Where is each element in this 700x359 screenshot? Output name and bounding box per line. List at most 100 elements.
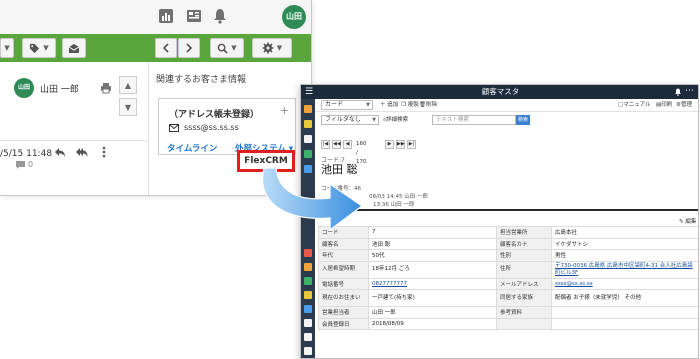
customer-card: （アドレス帳未登録） + ssss@ss.ss.ss タイムライン 外部システム…: [158, 98, 296, 155]
add-button[interactable]: ＋ 追加: [380, 100, 398, 110]
envelope-open-icon: [68, 43, 80, 53]
next-record-button[interactable]: ▶: [385, 140, 394, 149]
mail-toolbar: ▼ ▼ ▼ ▼: [0, 34, 311, 62]
open-envelope-button[interactable]: [62, 38, 86, 58]
list-icon[interactable]: [304, 319, 312, 327]
field-label: 参考資料: [496, 306, 552, 319]
customer-detail-table: コード 7 担当営業所 広島本社 顧客名 池田 聡顧客名カナ イケダサトシ 年代 50代 性別 男性…: [318, 226, 698, 330]
scroll-up-button[interactable]: ▲: [119, 76, 137, 94]
detail-search-button[interactable]: ⌕詳細検索: [383, 115, 408, 125]
field-value: 2018/08/09: [368, 317, 497, 330]
chevron-up-icon: ▲: [124, 80, 132, 90]
record-meta-created: 08/03 14:45 山田 一郎: [369, 194, 428, 200]
card-email: ssss@ss.ss.ss: [169, 123, 239, 132]
field-label: 担当営業所: [496, 226, 552, 239]
field-value: 池田 聡: [368, 237, 497, 250]
search-button[interactable]: ▼: [210, 38, 244, 58]
field-label: メールアドレス: [496, 277, 552, 290]
user-avatar[interactable]: 山田: [282, 5, 306, 29]
settings-button[interactable]: ▼: [252, 38, 292, 58]
toolbar-dropdown-button[interactable]: ▼: [0, 38, 14, 58]
delete-label: 削除: [425, 102, 437, 108]
settings-icon[interactable]: [304, 333, 312, 341]
field-value[interactable]: 0827777777: [368, 277, 497, 290]
manual-label: マニュアル: [623, 102, 651, 108]
bar-chart-icon[interactable]: [158, 8, 174, 24]
next-page-button[interactable]: ▶▶: [396, 140, 405, 149]
scroll-down-button[interactable]: ▼: [119, 98, 137, 116]
field-value[interactable]: 〒730-0036 広島県 広島市中区袋町4-31 合人社広島袋町ビル3F: [551, 260, 698, 279]
detail-search-label: 詳細検索: [386, 117, 409, 123]
grid-icon[interactable]: [304, 249, 312, 257]
calendar-icon[interactable]: [304, 263, 312, 271]
field-label: 会員登録日: [318, 317, 369, 330]
field-value: 山田 一郎: [368, 306, 497, 319]
manual-button[interactable]: ▢マニュアル: [618, 100, 651, 110]
reply-all-icon[interactable]: [76, 146, 88, 158]
chat-icon[interactable]: [304, 291, 312, 299]
table-row: 顧客名 池田 聡顧客名カナ イケダサトシ: [318, 237, 698, 250]
more-menu-icon[interactable]: ⋯: [685, 85, 694, 97]
pane-scroll-buttons: ▲ ▼: [119, 76, 137, 120]
chevron-down-icon: ▼: [124, 102, 132, 112]
hamburger-menu-icon[interactable]: ☰: [305, 87, 313, 97]
more-vertical-icon[interactable]: [98, 146, 110, 158]
first-record-button[interactable]: |◀: [321, 140, 330, 149]
field-value: 男性: [551, 249, 698, 262]
filter-select[interactable]: フィルタなし ▼: [321, 115, 379, 125]
field-label: 入居希望時期: [318, 260, 369, 279]
chart-icon[interactable]: [304, 150, 312, 158]
bell-icon[interactable]: [212, 8, 228, 24]
manage-label: 管理: [680, 102, 692, 108]
mail-actions: [54, 146, 110, 158]
copy-button[interactable]: ❐ 複製: [401, 100, 419, 110]
home-icon[interactable]: [304, 105, 312, 113]
field-value: 広島本社: [551, 226, 698, 239]
timeline-link[interactable]: タイムライン: [167, 142, 217, 154]
field-label: 電話番号: [318, 277, 369, 290]
copy-label: 複製: [407, 102, 419, 108]
field-label: 性別: [496, 249, 552, 262]
tag-button[interactable]: ▼: [22, 38, 56, 58]
transition-arrow-icon: [262, 168, 364, 232]
share-icon[interactable]: [304, 305, 312, 313]
search-submit-button[interactable]: 検索: [516, 115, 530, 125]
edit-button[interactable]: ✎ 編集: [679, 217, 696, 225]
text-search-input[interactable]: テキスト検索: [432, 115, 516, 125]
delete-button[interactable]: 🗑削除: [419, 100, 437, 110]
print-button[interactable]: ▤印刷: [656, 100, 672, 110]
next-mail-button[interactable]: [178, 38, 200, 58]
bell-icon[interactable]: [674, 88, 682, 96]
prev-mail-button[interactable]: [155, 38, 177, 58]
crm-window-title: 顧客マスタ: [481, 87, 520, 96]
table-row: 電話番号 0827777777 メールアドレス ssss@ss.ss.ss: [318, 277, 698, 290]
add-contact-button[interactable]: +: [280, 104, 289, 117]
prev-record-button[interactable]: ◀: [343, 140, 352, 149]
sender-avatar: 山田: [14, 78, 34, 98]
field-value[interactable]: ssss@ss.ss.ss: [551, 277, 698, 290]
reply-count: 0: [16, 160, 33, 169]
logout-icon[interactable]: [304, 347, 312, 355]
field-label: 顧客名カナ: [496, 237, 552, 250]
related-customer-title: 関連するお客さま情報: [156, 75, 247, 85]
chevron-down-icon: ▼: [43, 44, 49, 52]
crown-icon[interactable]: [304, 120, 312, 128]
print-label: 印刷: [661, 102, 673, 108]
crm-toolbar: カード ▼ ＋ 追加 ❐ 複製 🗑削除 ▢マニュアル ▤印刷 ⚙管理: [315, 99, 698, 112]
document-icon[interactable]: [304, 135, 312, 143]
view-select[interactable]: カード ▼: [321, 100, 373, 110]
last-record-button[interactable]: ▶|: [407, 140, 416, 149]
printer-icon[interactable]: [100, 82, 112, 94]
prev-page-button[interactable]: ◀◀: [332, 140, 341, 149]
reply-icon[interactable]: [54, 146, 66, 158]
card-email-address: ssss@ss.ss.ss: [184, 123, 239, 132]
people-icon[interactable]: [304, 277, 312, 285]
board-icon[interactable]: [186, 8, 202, 24]
field-value: [551, 317, 698, 330]
mail-client-window: 山田 ▼ ▼ ▼ ▼ 山田 山田 一郎 ▲ ▼ /5/15 11:48 0 関連…: [0, 0, 312, 196]
chevron-down-icon: ▼: [276, 44, 283, 52]
field-value: 50代: [368, 249, 497, 262]
table-row: 入居希望時期 18年12月 ごろ 住所 〒730-0036 広島県 広島市中区袋町4-…: [318, 260, 698, 279]
manage-button[interactable]: ⚙管理: [676, 100, 692, 110]
mail-top-bar: 山田: [0, 0, 311, 34]
